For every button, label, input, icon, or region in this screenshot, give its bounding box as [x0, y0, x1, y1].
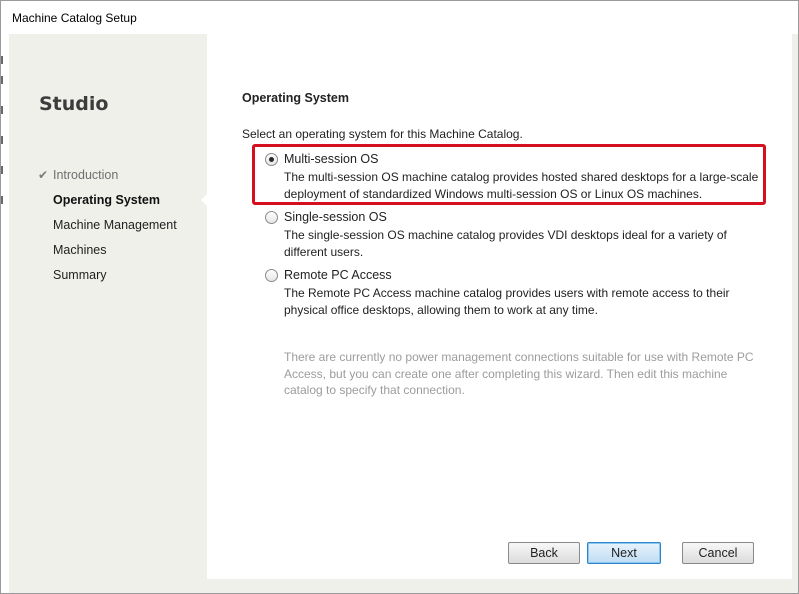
step-label: Introduction [53, 168, 119, 182]
option-label[interactable]: Single-session OS [284, 210, 387, 224]
option-description: The Remote PC Access machine catalog pro… [284, 286, 730, 317]
wizard-steps: ✔ Introduction Operating System Machine … [9, 165, 208, 290]
option-label[interactable]: Multi-session OS [284, 152, 378, 166]
option-description: The single-session OS machine catalog pr… [284, 228, 727, 259]
step-label: Machine Management [53, 218, 177, 232]
bottom-frame-strip [9, 579, 798, 593]
right-frame-strip [792, 34, 798, 579]
window-title: Machine Catalog Setup [12, 11, 137, 25]
next-button[interactable]: Next [587, 542, 661, 564]
step-summary[interactable]: Summary [9, 265, 207, 290]
checkmark-icon: ✔ [38, 168, 49, 182]
radio-unchecked-icon[interactable] [265, 269, 278, 282]
step-introduction[interactable]: ✔ Introduction [9, 165, 207, 190]
cancel-button[interactable]: Cancel [682, 542, 754, 564]
step-operating-system[interactable]: Operating System [9, 190, 208, 215]
section-title: Operating System [242, 91, 349, 105]
prompt-text: Select an operating system for this Mach… [242, 127, 523, 141]
step-label: Summary [53, 268, 107, 282]
step-label: Operating System [53, 193, 160, 207]
radio-unchecked-icon[interactable] [265, 211, 278, 224]
wizard-sidebar: Studio ✔ Introduction Operating System M… [9, 34, 208, 579]
step-machine-management[interactable]: Machine Management [9, 215, 207, 240]
back-button[interactable]: Back [508, 542, 580, 564]
radio-checked-icon[interactable] [265, 153, 278, 166]
edge-mark [1, 76, 3, 84]
step-machines[interactable]: Machines [9, 240, 207, 265]
edge-mark [1, 56, 3, 64]
edge-mark [1, 196, 3, 204]
power-management-note: There are currently no power management … [284, 350, 754, 397]
edge-mark [1, 106, 3, 114]
edge-mark [1, 136, 3, 144]
edge-mark [1, 166, 3, 174]
wizard-content: Operating System Select an operating sys… [207, 34, 792, 579]
title-bar[interactable]: Machine Catalog Setup [1, 1, 798, 34]
machine-catalog-setup-window: Machine Catalog Setup Studio ✔ Introduct… [0, 0, 799, 594]
option-description: The multi-session OS machine catalog pro… [284, 170, 759, 201]
step-label: Machines [53, 243, 107, 257]
background-window-edge [1, 56, 4, 206]
studio-brand: Studio [39, 93, 109, 115]
option-label[interactable]: Remote PC Access [284, 268, 392, 282]
